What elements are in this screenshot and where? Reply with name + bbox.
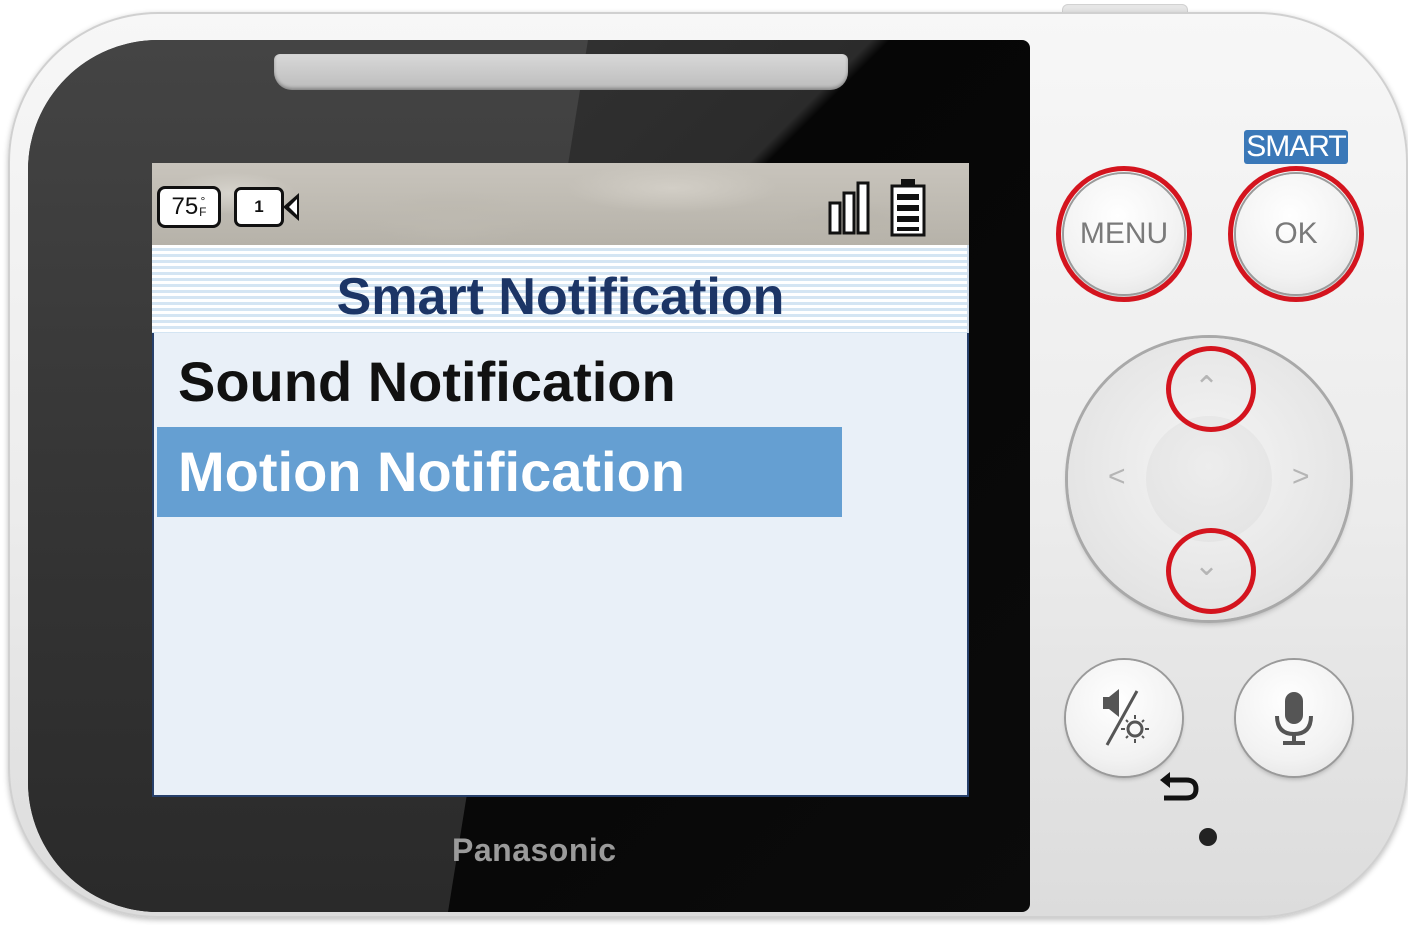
camera-number: 1: [254, 197, 264, 216]
temperature-indicator: 75 ° F: [157, 186, 221, 228]
camera-icon-inner: [289, 199, 297, 215]
microphone-hole: [1199, 828, 1217, 846]
brand-logo: Panasonic: [452, 832, 617, 868]
ok-button[interactable]: OK: [1236, 174, 1356, 294]
speaker-slot: [274, 54, 848, 90]
microphone-icon: [1275, 692, 1313, 745]
menu-list: Sound Notification Motion Notification: [152, 333, 969, 797]
menu-button[interactable]: MENU: [1064, 174, 1184, 294]
talk-button[interactable]: [1236, 660, 1352, 776]
dpad-center: [1146, 416, 1272, 542]
camera-number-indicator: 1: [234, 187, 284, 227]
temperature-unit: ° F: [199, 194, 207, 219]
menu-button-label: MENU: [1079, 217, 1169, 250]
smart-badge: SMART: [1244, 130, 1348, 164]
temperature-value: 75: [171, 193, 199, 220]
chevron-right-icon[interactable]: >: [1292, 460, 1310, 494]
chevron-left-icon[interactable]: <: [1108, 460, 1126, 494]
lcd-screen: 75 ° F 1 Smart Notification Sound Notific…: [152, 163, 969, 797]
screen-title: Smart Notification: [336, 268, 785, 326]
menu-item-sound-notification[interactable]: Sound Notification: [157, 337, 842, 427]
menu-item-motion-notification[interactable]: Motion Notification: [157, 427, 842, 517]
chevron-down-icon[interactable]: ⌄: [1194, 548, 1219, 583]
signal-strength-icon: [828, 181, 870, 235]
battery-icon: [890, 179, 926, 237]
back-arrow-icon: [1160, 772, 1199, 801]
speaker-brightness-icon: [1103, 689, 1149, 746]
chevron-up-icon[interactable]: ⌃: [1194, 370, 1219, 405]
ok-button-label: OK: [1274, 217, 1318, 250]
speaker-brightness-button[interactable]: [1066, 660, 1182, 776]
